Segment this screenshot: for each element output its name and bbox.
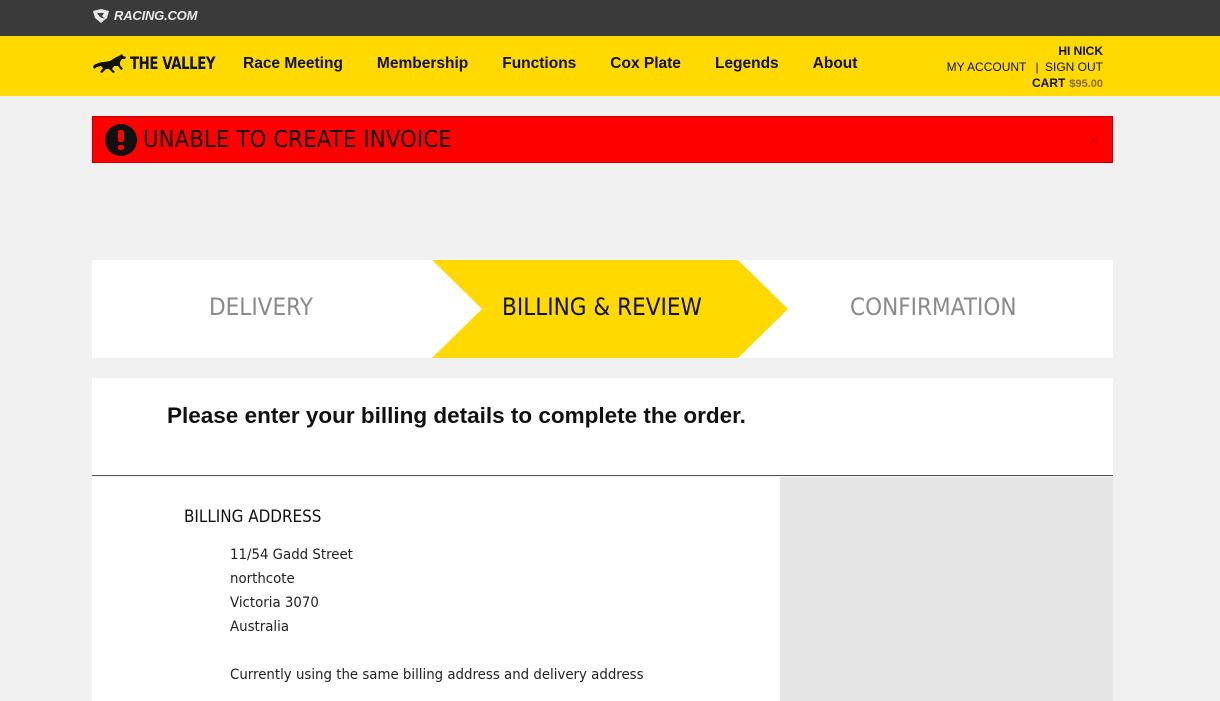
nav-link-cox-plate[interactable]: Cox Plate	[610, 55, 681, 73]
error-banner: UNABLE TO CREATE INVOICE ×	[92, 116, 1113, 163]
same-address-note: Currently using the same billing address…	[230, 667, 644, 683]
nav-link-legends[interactable]: Legends	[715, 55, 779, 73]
order-summary-panel	[780, 477, 1113, 701]
my-account-link[interactable]: MY ACCOUNT	[947, 60, 1027, 74]
the-valley-logo-text: THE VALLEY	[130, 54, 216, 74]
address-line-4: Australia	[230, 619, 290, 635]
step-billing-review[interactable]: BILLING & REVIEW	[502, 293, 702, 321]
top-bar: RACING.COM	[0, 0, 1220, 36]
nav-link-functions[interactable]: Functions	[502, 55, 576, 73]
account-links: MY ACCOUNT | SIGN OUT	[947, 59, 1103, 75]
account-panel: HI NICK MY ACCOUNT | SIGN OUT CART $95.00	[947, 43, 1103, 92]
horse-icon	[93, 54, 126, 73]
cart-amount: $95.00	[1069, 78, 1103, 90]
close-icon[interactable]: ×	[1090, 132, 1098, 148]
alert-icon	[105, 123, 137, 156]
nav-link-race-meeting[interactable]: Race Meeting	[243, 55, 343, 73]
account-separator: |	[1035, 60, 1039, 74]
billing-address-title: BILLING ADDRESS	[184, 507, 322, 526]
racing-com-label: RACING.COM	[114, 8, 198, 23]
address-line-3: Victoria 3070	[230, 595, 319, 611]
main-nav: THE VALLEY Race Meeting Membership Funct…	[0, 36, 1220, 96]
checkout-steps: DELIVERY BILLING & REVIEW CONFIRMATION	[92, 260, 1113, 358]
billing-header: Please enter your billing details to com…	[92, 378, 1113, 476]
billing-heading: Please enter your billing details to com…	[167, 403, 746, 428]
error-message: UNABLE TO CREATE INVOICE	[143, 126, 452, 153]
cart-link[interactable]: CART $95.00	[947, 75, 1103, 92]
sign-out-link[interactable]: SIGN OUT	[1045, 60, 1103, 74]
the-valley-logo[interactable]: THE VALLEY	[92, 53, 239, 75]
step-delivery[interactable]: DELIVERY	[209, 293, 313, 321]
nav-link-membership[interactable]: Membership	[377, 55, 468, 73]
address-line-2: northcote	[230, 571, 295, 587]
greeting: HI NICK	[1058, 44, 1103, 58]
racing-com-logo[interactable]: RACING.COM	[92, 8, 197, 23]
step-confirmation[interactable]: CONFIRMATION	[850, 293, 1017, 321]
billing-address-panel: BILLING ADDRESS 11/54 Gadd Street northc…	[92, 477, 780, 701]
cart-label: CART	[1032, 76, 1066, 90]
racing-shield-icon	[93, 8, 109, 23]
nav-links: Race Meeting Membership Functions Cox Pl…	[243, 54, 857, 74]
address-line-1: 11/54 Gadd Street	[230, 547, 353, 563]
nav-link-about[interactable]: About	[813, 55, 858, 73]
